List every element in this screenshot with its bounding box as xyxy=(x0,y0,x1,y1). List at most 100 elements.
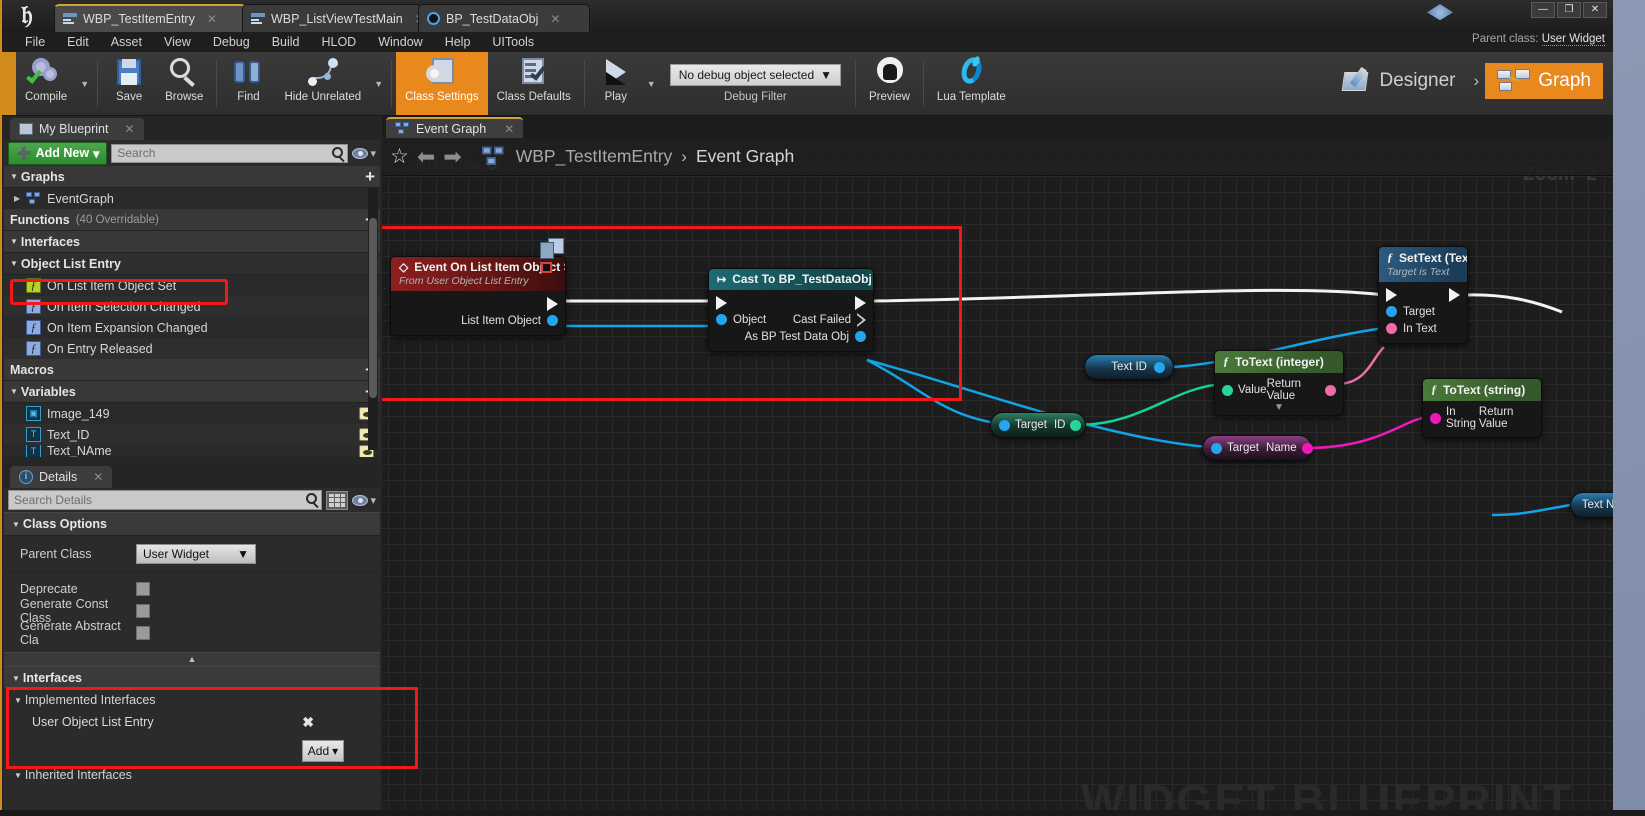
event-graph-tab[interactable]: Event Graph ✕ xyxy=(386,117,524,138)
class-defaults-button[interactable]: Class Defaults xyxy=(488,52,580,115)
add-new-button[interactable]: ➕ Add New ▾ xyxy=(8,141,108,165)
designer-mode-button[interactable]: Designer xyxy=(1330,62,1467,100)
node-variable-get-text-id[interactable]: Text ID xyxy=(1084,354,1174,380)
tab-close-icon[interactable]: ✕ xyxy=(504,122,514,136)
tree-item-image-149[interactable]: ▣ Image_149 xyxy=(4,403,380,424)
section-macros[interactable]: Macros + xyxy=(4,359,380,381)
preview-button[interactable]: Preview xyxy=(860,52,919,115)
lua-template-button[interactable]: Lua Template xyxy=(928,52,1015,115)
exec-output-pin[interactable] xyxy=(1449,287,1460,302)
details-collapse-bar[interactable]: ▲ xyxy=(4,652,380,666)
maximize-button[interactable]: ❐ xyxy=(1557,2,1581,18)
target-input-pin[interactable] xyxy=(1211,442,1222,454)
section-interfaces[interactable]: ▼ Interfaces xyxy=(4,231,380,253)
panel-close-icon[interactable]: ✕ xyxy=(93,470,103,484)
menu-edit[interactable]: Edit xyxy=(56,32,100,52)
graduation-cap-icon[interactable] xyxy=(1427,4,1453,21)
close-button[interactable]: ✕ xyxy=(1583,2,1607,18)
tab-bp-testdataobj[interactable]: BP_TestDataObj ✕ xyxy=(418,4,590,32)
graph-canvas[interactable]: WIDGET BLUEPRINT Zoom -2 xyxy=(382,138,1613,816)
value-input-pin[interactable] xyxy=(1222,384,1233,396)
exec-input-pin[interactable] xyxy=(1386,287,1397,302)
hide-unrelated-dropdown-arrow[interactable]: ▼ xyxy=(370,79,387,89)
in-text-input-pin[interactable] xyxy=(1386,323,1397,334)
my-blueprint-search-input[interactable]: Search xyxy=(111,143,349,163)
breadcrumb-root[interactable]: WBP_TestItemEntry xyxy=(516,146,673,167)
compile-dropdown-arrow[interactable]: ▼ xyxy=(76,79,93,89)
tree-item-on-item-expansion-changed[interactable]: ƒ On Item Expansion Changed xyxy=(4,317,380,338)
menu-uitools[interactable]: UITools xyxy=(481,32,545,52)
target-input-pin[interactable] xyxy=(1386,306,1397,317)
compile-button[interactable]: Compile xyxy=(16,52,76,115)
return-value-output-pin[interactable] xyxy=(1325,384,1336,396)
menu-window[interactable]: Window xyxy=(367,32,433,52)
menu-hlod[interactable]: HLOD xyxy=(310,32,367,52)
tab-close-icon[interactable]: ✕ xyxy=(207,12,217,26)
forward-arrow-icon[interactable]: ➡ xyxy=(443,145,461,167)
id-output-pin[interactable] xyxy=(1070,419,1082,431)
menu-asset[interactable]: Asset xyxy=(100,32,153,52)
generate-abstract-class-checkbox[interactable] xyxy=(136,626,150,640)
section-functions[interactable]: Functions (40 Overridable) + xyxy=(4,209,380,231)
class-defaults-icon xyxy=(516,56,552,88)
details-tab[interactable]: i Details ✕ xyxy=(10,466,113,488)
tab-wbp-testitementry[interactable]: WBP_TestItemEntry ✕ xyxy=(54,4,246,32)
tree-item-text-name[interactable]: T Text_NAme xyxy=(4,445,380,457)
back-arrow-icon[interactable]: ⬅ xyxy=(417,145,435,167)
class-settings-button[interactable]: Class Settings xyxy=(396,52,488,115)
details-visibility-button[interactable]: ▾ xyxy=(352,494,376,507)
node-expander-icon[interactable]: ▼ xyxy=(1215,403,1343,413)
add-graph-button[interactable]: + xyxy=(365,168,375,185)
node-variable-get-text-name[interactable]: Text NAme xyxy=(1570,492,1613,518)
parent-class-value[interactable]: User Widget xyxy=(1541,33,1605,46)
my-blueprint-visibility-button[interactable]: ▾ xyxy=(352,147,376,160)
generate-const-class-checkbox[interactable] xyxy=(136,604,150,618)
node-totext-string[interactable]: ƒ ToText (string) In String Return Value xyxy=(1422,378,1542,438)
breadcrumb-current[interactable]: Event Graph xyxy=(696,146,794,167)
section-object-list-entry[interactable]: ▼ Object List Entry xyxy=(4,253,380,275)
pin-row-target: Target xyxy=(1379,303,1467,320)
tab-wbp-listviewtestmain[interactable]: WBP_ListViewTestMain ✕ xyxy=(242,4,425,32)
scrollbar-thumb[interactable] xyxy=(369,218,377,398)
node-settext-text[interactable]: ƒ SetText (Text) Target is Text Target xyxy=(1378,246,1468,344)
browse-button[interactable]: Browse xyxy=(156,52,212,115)
class-settings-icon xyxy=(424,56,460,88)
target-input-pin[interactable] xyxy=(999,419,1010,431)
inherited-interfaces-header[interactable]: ▼ Inherited Interfaces xyxy=(4,768,380,782)
section-graphs[interactable]: ▼ Graphs + xyxy=(4,166,380,188)
graph-mode-button[interactable]: Graph xyxy=(1485,63,1603,99)
debug-object-select[interactable]: No debug object selected ▼ xyxy=(669,64,842,86)
parent-class-dropdown[interactable]: User Widget ▼ xyxy=(136,543,256,564)
menu-debug[interactable]: Debug xyxy=(202,32,261,52)
menu-build[interactable]: Build xyxy=(261,32,311,52)
section-variables[interactable]: ▼ Variables + xyxy=(4,381,380,403)
tree-item-eventgraph[interactable]: ▶ EventGraph xyxy=(4,188,380,209)
node-getter-id[interactable]: Target ID xyxy=(990,412,1086,438)
node-getter-name[interactable]: Target Name xyxy=(1202,435,1313,461)
deprecate-checkbox[interactable] xyxy=(136,582,150,596)
tree-item-on-entry-released[interactable]: ƒ On Entry Released xyxy=(4,338,380,359)
find-button[interactable]: Find xyxy=(221,52,275,115)
bookmark-star-icon[interactable]: ☆ xyxy=(390,146,409,167)
menu-view[interactable]: View xyxy=(153,32,202,52)
my-blueprint-tab[interactable]: My Blueprint ✕ xyxy=(10,118,144,140)
save-button[interactable]: Save xyxy=(102,52,156,115)
details-grid-view-button[interactable] xyxy=(326,490,349,510)
details-category-class-options[interactable]: ▼ Class Options xyxy=(4,512,380,536)
node-totext-integer[interactable]: ƒ ToText (integer) Value Return Value ▼ xyxy=(1214,350,1344,416)
panel-close-icon[interactable]: ✕ xyxy=(124,122,134,136)
minimize-button[interactable]: — xyxy=(1531,2,1555,18)
name-output-pin[interactable] xyxy=(1301,442,1313,454)
tab-close-icon[interactable]: ✕ xyxy=(550,12,560,26)
menu-help[interactable]: Help xyxy=(434,32,482,52)
play-dropdown-arrow[interactable]: ▼ xyxy=(643,79,660,89)
menu-file[interactable]: File xyxy=(14,32,56,52)
details-search-input[interactable]: Search Details xyxy=(8,490,323,510)
tree-item-text-id[interactable]: T Text_ID xyxy=(4,424,380,445)
in-string-input-pin[interactable] xyxy=(1430,412,1441,424)
output-pin[interactable] xyxy=(1154,361,1165,373)
my-blueprint-scrollbar[interactable] xyxy=(368,188,378,450)
expand-triangle-icon[interactable]: ▶ xyxy=(14,194,20,203)
play-button[interactable]: Play xyxy=(589,52,643,115)
hide-unrelated-button[interactable]: Hide Unrelated xyxy=(275,52,370,115)
